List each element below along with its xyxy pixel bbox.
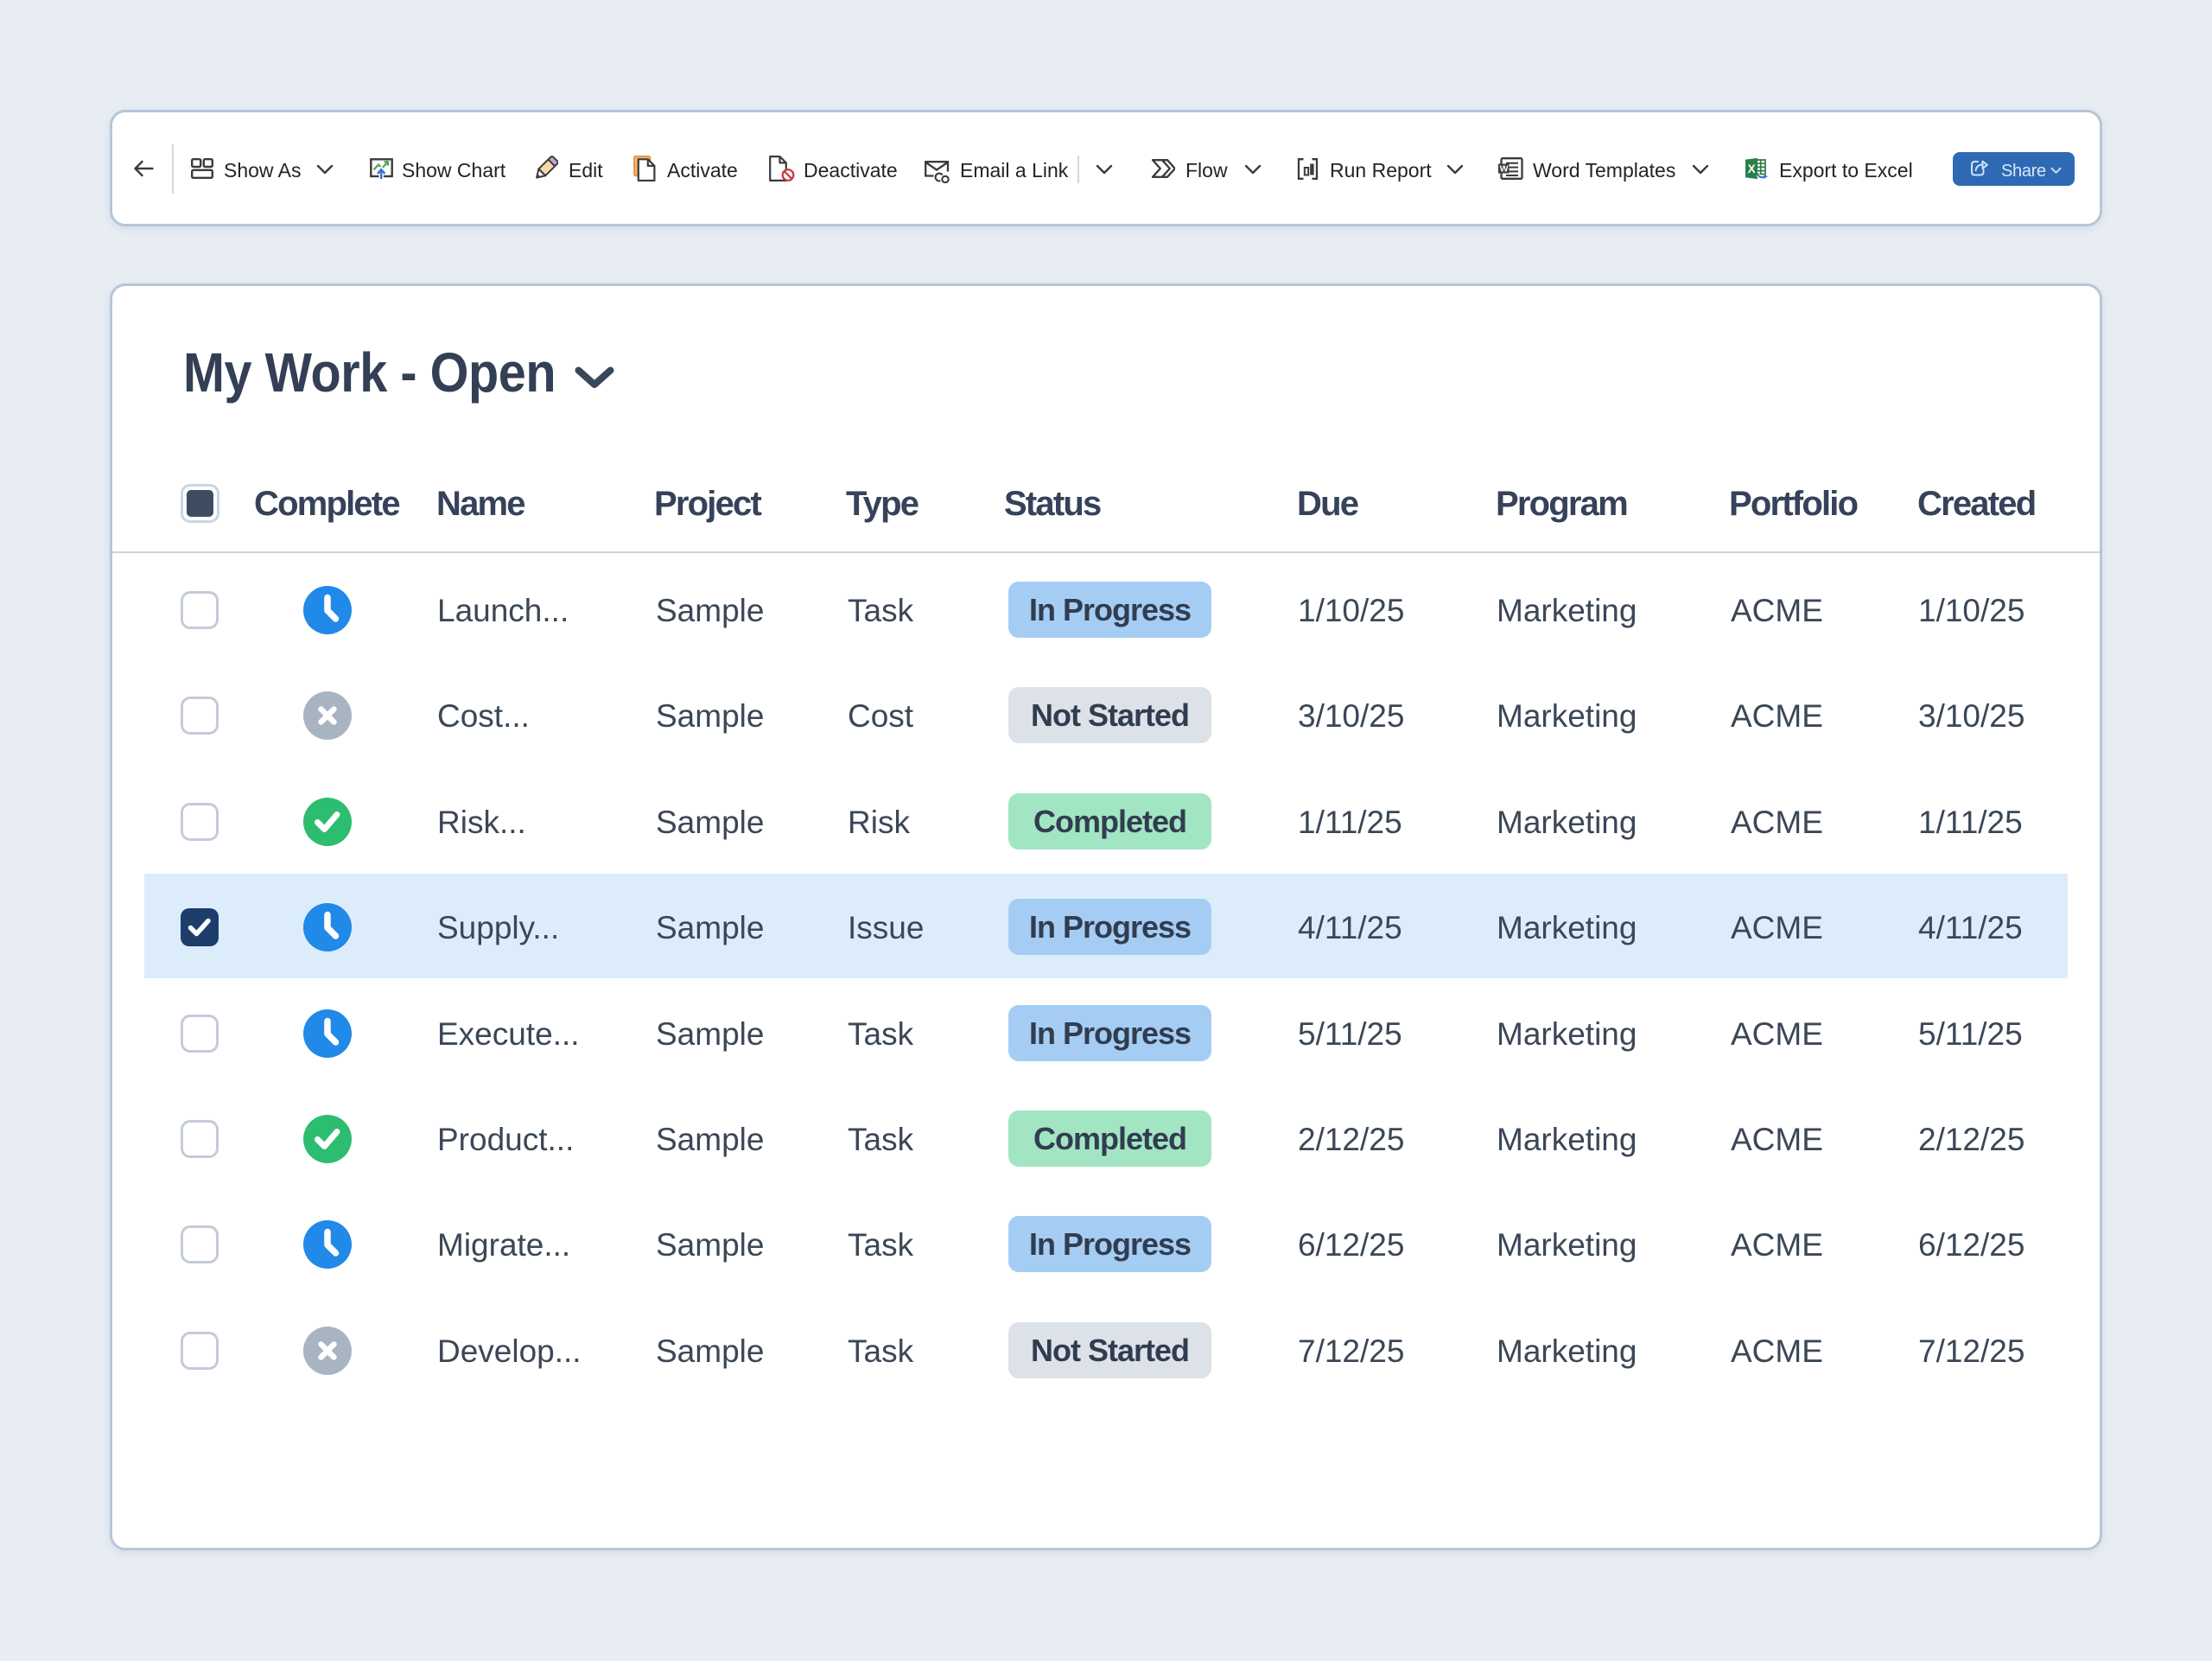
svg-text:W: W (1500, 163, 1509, 174)
svg-text:X: X (1748, 162, 1756, 175)
